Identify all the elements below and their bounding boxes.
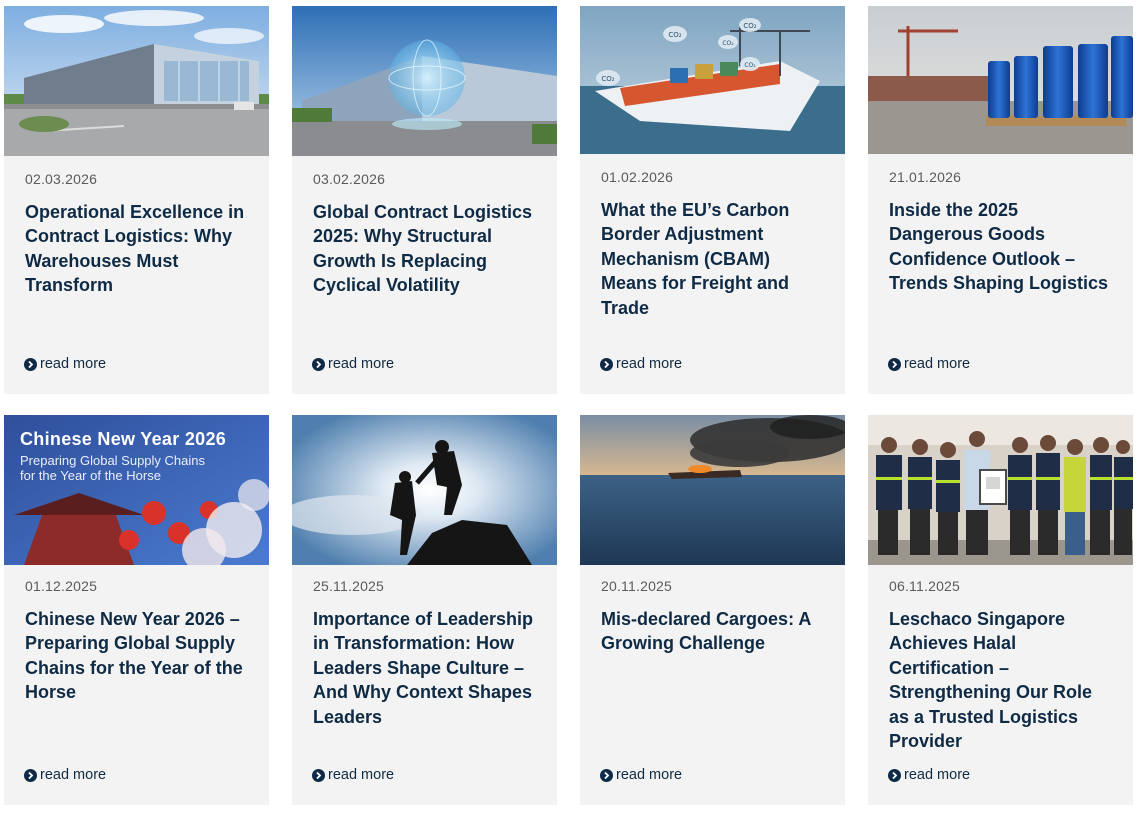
news-title[interactable]: Inside the 2025 Dangerous Goods Confiden… xyxy=(889,198,1117,296)
news-image-chinese-new-year[interactable]: Chinese New Year 2026 Preparing Global S… xyxy=(4,415,269,565)
news-image-team-certificate[interactable] xyxy=(868,415,1133,565)
read-more-link[interactable]: read more xyxy=(888,767,970,783)
news-image-burning-ship[interactable] xyxy=(580,415,845,565)
news-card[interactable]: Chinese New Year 2026 Preparing Global S… xyxy=(4,415,269,805)
news-title[interactable]: Importance of Leadership in Transformati… xyxy=(313,607,541,729)
read-more-link[interactable]: read more xyxy=(600,767,682,783)
news-image-climbers[interactable] xyxy=(292,415,557,565)
read-more-link[interactable]: read more xyxy=(24,356,106,372)
circle-arrow-right-icon xyxy=(312,357,325,371)
svg-text:CO₂: CO₂ xyxy=(743,22,756,30)
news-image-globe-warehouse[interactable] xyxy=(292,6,557,156)
news-title[interactable]: What the EU’s Carbon Border Adjustment M… xyxy=(601,198,829,320)
news-title[interactable]: Chinese New Year 2026 – Preparing Global… xyxy=(25,607,253,705)
circle-arrow-right-icon xyxy=(24,768,37,782)
read-more-link[interactable]: read more xyxy=(312,356,394,372)
read-more-label: read more xyxy=(904,767,971,783)
news-date: 20.11.2025 xyxy=(601,578,673,594)
svg-text:CO₂: CO₂ xyxy=(601,75,614,83)
news-date: 21.01.2026 xyxy=(889,169,962,185)
read-more-label: read more xyxy=(616,356,683,372)
read-more-link[interactable]: read more xyxy=(600,356,682,372)
circle-arrow-right-icon xyxy=(888,357,901,371)
circle-arrow-right-icon xyxy=(600,357,613,371)
read-more-label: read more xyxy=(904,356,971,372)
read-more-label: read more xyxy=(616,767,683,783)
news-image-warehouse[interactable] xyxy=(4,6,269,156)
news-title[interactable]: Mis-declared Cargoes: A Growing Challeng… xyxy=(601,607,829,656)
svg-text:CO₂: CO₂ xyxy=(744,62,756,69)
news-date: 01.02.2026 xyxy=(601,169,674,185)
news-card[interactable]: CO₂ CO₂ CO₂ CO₂ CO₂ 01.02.2026 What the … xyxy=(580,6,845,394)
news-date: 06.11.2025 xyxy=(889,578,961,594)
read-more-label: read more xyxy=(40,356,107,372)
read-more-link[interactable]: read more xyxy=(24,767,106,783)
news-grid: 02.03.2026 Operational Excellence in Con… xyxy=(4,6,1133,805)
circle-arrow-right-icon xyxy=(888,768,901,782)
news-card[interactable]: 03.02.2026 Global Contract Logistics 202… xyxy=(292,6,557,394)
image-banner-subtitle: Preparing Global Supply Chains for the Y… xyxy=(20,453,205,483)
news-card[interactable]: 20.11.2025 Mis-declared Cargoes: A Growi… xyxy=(580,415,845,805)
svg-text:CO₂: CO₂ xyxy=(722,40,734,47)
read-more-label: read more xyxy=(328,356,395,372)
news-date: 02.03.2026 xyxy=(25,171,98,187)
circle-arrow-right-icon xyxy=(600,768,613,782)
read-more-link[interactable]: read more xyxy=(312,767,394,783)
news-date: 01.12.2025 xyxy=(25,578,98,594)
news-card[interactable]: 21.01.2026 Inside the 2025 Dangerous Goo… xyxy=(868,6,1133,394)
news-card[interactable]: 06.11.2025 Leschaco Singapore Achieves H… xyxy=(868,415,1133,805)
news-card[interactable]: 25.11.2025 Importance of Leadership in T… xyxy=(292,415,557,805)
news-title[interactable]: Operational Excellence in Contract Logis… xyxy=(25,200,253,298)
news-image-container-ship[interactable]: CO₂ CO₂ CO₂ CO₂ CO₂ xyxy=(580,6,845,154)
news-card[interactable]: 02.03.2026 Operational Excellence in Con… xyxy=(4,6,269,394)
read-more-label: read more xyxy=(40,767,107,783)
news-date: 03.02.2026 xyxy=(313,171,386,187)
read-more-label: read more xyxy=(328,767,395,783)
news-title[interactable]: Leschaco Singapore Achieves Halal Certif… xyxy=(889,607,1117,753)
svg-text:CO₂: CO₂ xyxy=(668,31,681,39)
news-image-blue-drums[interactable] xyxy=(868,6,1133,154)
circle-arrow-right-icon xyxy=(24,357,37,371)
read-more-link[interactable]: read more xyxy=(888,356,970,372)
news-title[interactable]: Global Contract Logistics 2025: Why Stru… xyxy=(313,200,541,298)
news-date: 25.11.2025 xyxy=(313,578,385,594)
circle-arrow-right-icon xyxy=(312,768,325,782)
image-banner-title: Chinese New Year 2026 xyxy=(20,429,227,449)
